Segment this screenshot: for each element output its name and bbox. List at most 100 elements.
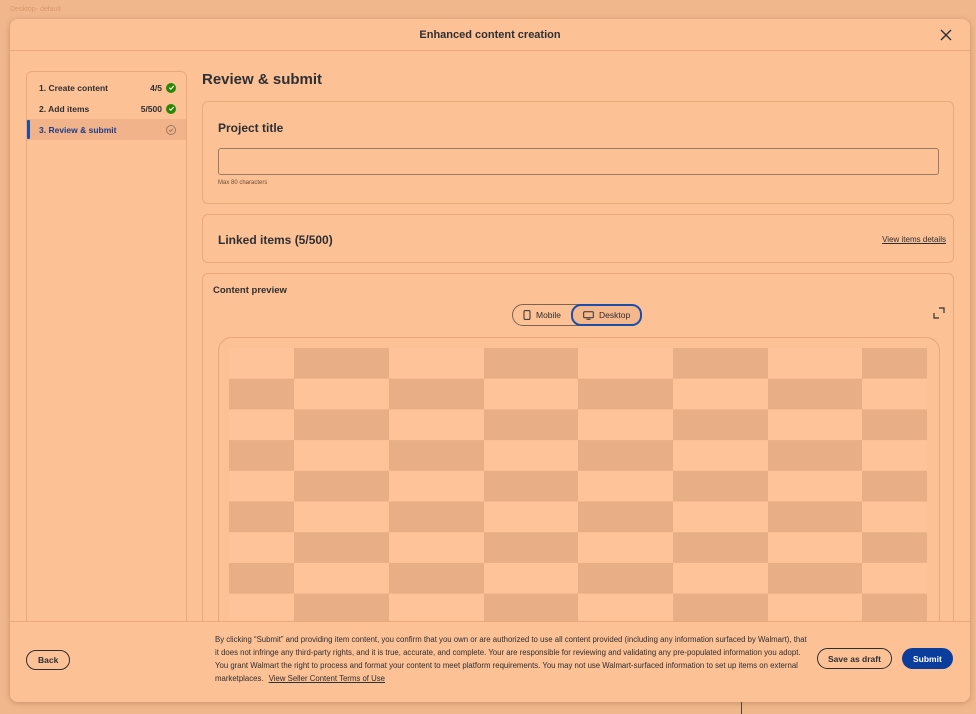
submit-button[interactable]: Submit: [902, 648, 953, 669]
checker-cell: [673, 562, 768, 595]
checker-cell: [862, 348, 927, 380]
checker-cell: [673, 470, 768, 502]
checker-cell: [484, 532, 578, 564]
checker-cell: [862, 470, 927, 502]
checker-cell: [673, 378, 768, 410]
checker-cell: [862, 378, 927, 410]
checker-cell: [294, 501, 389, 533]
checker-cell: [389, 501, 484, 533]
check-circle-icon: [166, 103, 176, 114]
modal-header: Enhanced content creation: [10, 19, 970, 51]
checker-cell: [862, 501, 927, 533]
checker-cell: [484, 562, 578, 595]
checker-cell: [294, 378, 389, 410]
desktop-icon: [583, 310, 594, 320]
background-divider: [741, 700, 742, 714]
checkerboard-placeholder: [229, 348, 927, 648]
checker-cell: [389, 470, 484, 502]
modal-dialog: Enhanced content creation 1. Create cont…: [10, 19, 970, 702]
checker-cell: [229, 440, 294, 472]
linked-items-heading: Linked items (5/500): [218, 233, 333, 247]
checker-cell: [294, 348, 389, 380]
checker-cell: [768, 440, 862, 472]
checker-cell: [389, 348, 484, 380]
step-create-content[interactable]: 1. Create content 4/5: [27, 77, 186, 98]
project-title-input[interactable]: [218, 148, 939, 175]
checker-cell: [484, 501, 578, 533]
checker-cell: [389, 409, 484, 441]
checker-cell: [229, 470, 294, 502]
content-preview-card: Content preview Mobile Desktop: [202, 273, 954, 653]
checker-cell: [578, 501, 673, 533]
step-review-submit[interactable]: 3. Review & submit: [27, 119, 186, 140]
checker-cell: [294, 409, 389, 441]
step-count: 4/5: [150, 82, 162, 93]
checker-cell: [578, 562, 673, 595]
checker-cell: [229, 532, 294, 564]
page-title: Review & submit: [202, 71, 323, 88]
mobile-toggle-button[interactable]: Mobile: [513, 305, 571, 325]
frame-label: Desktop- default: [10, 6, 61, 13]
project-title-helper: Max 80 characters: [218, 180, 268, 186]
checker-cell: [294, 440, 389, 472]
desktop-toggle-label: Desktop: [599, 310, 631, 320]
check-circle-icon: [166, 82, 176, 93]
content-preview-heading: Content preview: [213, 285, 287, 296]
step-label: 3. Review & submit: [39, 124, 117, 135]
checker-cell: [862, 440, 927, 472]
checker-cell: [294, 470, 389, 502]
checker-cell: [229, 562, 294, 595]
checker-cell: [578, 440, 673, 472]
legal-disclaimer: By clicking “Submit” and providing item …: [215, 633, 810, 685]
checker-cell: [229, 501, 294, 533]
checker-cell: [768, 501, 862, 533]
modal-footer: Back By clicking “Submit” and providing …: [10, 621, 970, 702]
desktop-toggle-button[interactable]: Desktop: [571, 304, 643, 326]
checker-cell: [229, 348, 294, 380]
checker-cell: [389, 440, 484, 472]
save-as-draft-button[interactable]: Save as draft: [817, 648, 892, 669]
checker-cell: [578, 348, 673, 380]
checker-cell: [768, 378, 862, 410]
checker-cell: [862, 409, 927, 441]
checker-cell: [768, 348, 862, 380]
device-toggle: Mobile Desktop: [512, 304, 643, 326]
checker-cell: [768, 470, 862, 502]
checker-cell: [484, 470, 578, 502]
close-icon[interactable]: [938, 27, 954, 43]
checker-cell: [673, 348, 768, 380]
seller-terms-link[interactable]: View Seller Content Terms of Use: [269, 674, 385, 683]
checker-cell: [229, 378, 294, 410]
checker-cell: [389, 562, 484, 595]
checker-cell: [484, 409, 578, 441]
expand-icon[interactable]: [933, 307, 945, 319]
checker-cell: [578, 532, 673, 564]
checker-cell: [389, 532, 484, 564]
steps-sidebar: 1. Create content 4/5 2. Add items 5/500…: [26, 71, 187, 651]
mobile-toggle-label: Mobile: [536, 310, 562, 320]
modal-title: Enhanced content creation: [419, 28, 561, 41]
project-title-heading: Project title: [218, 121, 284, 135]
checker-cell: [229, 409, 294, 441]
checker-cell: [578, 409, 673, 441]
step-add-items[interactable]: 2. Add items 5/500: [27, 98, 186, 119]
view-items-details-link[interactable]: View items details: [882, 235, 946, 244]
checker-cell: [673, 532, 768, 564]
step-label: 2. Add items: [39, 103, 90, 114]
checker-cell: [484, 378, 578, 410]
checker-cell: [768, 532, 862, 564]
checker-cell: [673, 501, 768, 533]
checker-cell: [673, 440, 768, 472]
checker-cell: [862, 562, 927, 595]
checker-cell: [768, 409, 862, 441]
linked-items-card: Linked items (5/500) View items details: [202, 214, 954, 263]
checker-cell: [862, 532, 927, 564]
step-label: 1. Create content: [39, 82, 108, 93]
project-title-card: Project title Max 80 characters: [202, 101, 954, 204]
back-button[interactable]: Back: [26, 650, 71, 670]
mobile-icon: [523, 310, 531, 320]
pending-check-icon: [166, 124, 176, 135]
checker-cell: [578, 378, 673, 410]
checker-cell: [294, 562, 389, 595]
checker-cell: [768, 562, 862, 595]
